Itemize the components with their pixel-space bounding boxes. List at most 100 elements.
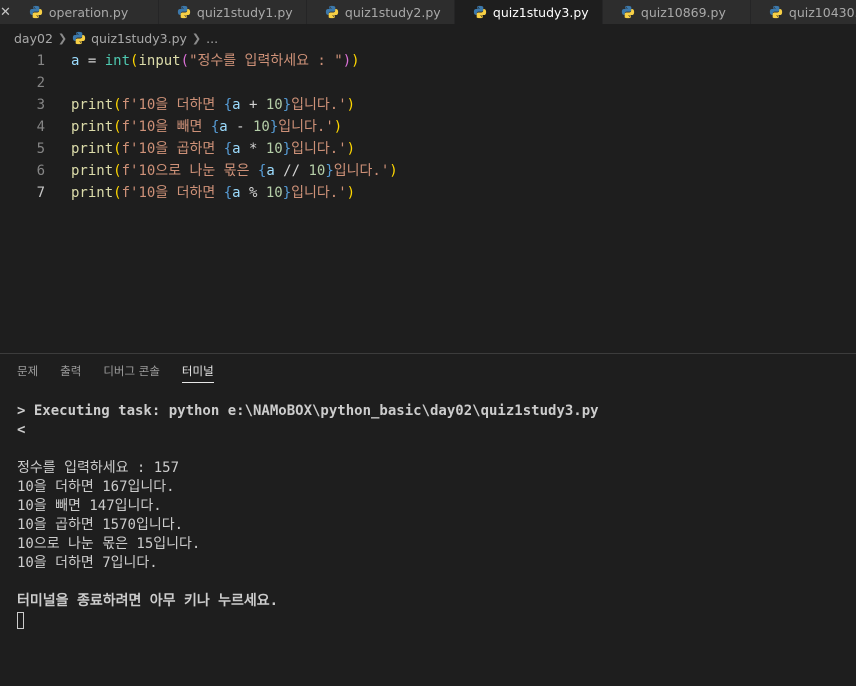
code-line[interactable]: 7 print(f'10을 더하면 {a % 10}입니다.') (0, 182, 856, 204)
code-token: a (266, 163, 275, 179)
code-token: ( (113, 119, 122, 135)
code-token: { (223, 141, 233, 157)
tab-label: operation.py (48, 4, 129, 20)
code-token: * (240, 141, 266, 157)
tab-quiz1study1-py[interactable]: quiz1study1.py (158, 0, 307, 24)
python-file-icon (325, 5, 339, 19)
terminal-output-line: 정수를 입력하세요 : 157 (17, 460, 180, 476)
code-token: f'10으로 나눈 몫은 (121, 163, 258, 179)
code-token: f'10을 빼면 (121, 119, 211, 135)
tab-quiz10430-py[interactable]: quiz10430.py (750, 0, 856, 24)
code-line[interactable]: 2 (0, 72, 856, 94)
code-token: a (232, 97, 241, 113)
code-token: } (282, 97, 292, 113)
tab-label: quiz1study1.py (196, 4, 293, 20)
line-number: 6 (36, 163, 45, 179)
line-number: 2 (36, 75, 45, 91)
code-token: ( (113, 185, 122, 201)
python-file-icon (29, 5, 43, 19)
breadcrumb-file[interactable]: quiz1study3.py (91, 31, 187, 46)
breadcrumb-folder[interactable]: day02 (14, 31, 53, 46)
code-token: print (71, 97, 114, 113)
line-number: 4 (36, 119, 45, 135)
code-token: print (71, 119, 114, 135)
code-token: = (79, 53, 105, 69)
terminal-output-line: 10을 더하면 7입니다. (17, 555, 158, 571)
terminal-output-line: 10을 곱하면 1570입니다. (17, 517, 184, 533)
line-number: 5 (36, 141, 45, 157)
python-file-icon (73, 31, 86, 45)
code-token: a (232, 141, 241, 157)
code-token: ) (346, 185, 356, 201)
terminal-cursor (17, 611, 24, 629)
tab-label: quiz10869.py (640, 4, 726, 20)
terminal-task-close: < (17, 422, 26, 438)
code-token: "정수를 입력하세요 : " (189, 53, 343, 69)
code-token: 입니다.' (291, 97, 347, 113)
code-token: f'10을 더하면 (121, 97, 224, 113)
breadcrumb-more[interactable]: ... (206, 31, 218, 46)
code-token: } (282, 185, 292, 201)
code-editor[interactable]: 1a = int(input("정수를 입력하세요 : ")) 2 3 print(f… (0, 50, 856, 350)
breadcrumb: day02 ❯ quiz1study3.py ❯ ... (0, 27, 218, 49)
code-token: 10 (252, 119, 270, 135)
code-token: ( (113, 141, 122, 157)
code-token: a (219, 119, 228, 135)
code-line[interactable]: 1a = int(input("정수를 입력하세요 : ")) (0, 50, 856, 72)
code-line[interactable]: 3 print(f'10을 더하면 {a + 10}입니다.') (0, 94, 856, 116)
code-token: { (223, 185, 233, 201)
tab-quiz1study2-py[interactable]: quiz1study2.py (306, 0, 455, 24)
line-number: 3 (36, 97, 45, 113)
code-line[interactable]: 5 print(f'10을 곱하면 {a * 10}입니다.') (0, 138, 856, 160)
code-text: print(f'10을 곱하면 {a * 10}입니다.') (71, 138, 355, 160)
code-line[interactable]: 4 print(f'10을 빼면 {a - 10}입니다.') (0, 116, 856, 138)
panel-tab[interactable]: 디버그 콘솔 (103, 359, 160, 383)
panel-tab[interactable]: 터미널 (181, 359, 214, 383)
code-token: ) (333, 119, 343, 135)
code-token: } (282, 141, 292, 157)
code-token: 10 (308, 163, 326, 179)
code-token: 10 (265, 97, 283, 113)
code-token: ) (346, 141, 356, 157)
tab-label: quiz10430.py (788, 4, 856, 20)
terminal-blank (17, 440, 847, 459)
tab-label: quiz1study2.py (344, 4, 441, 20)
terminal-output-line: 10으로 나눈 몫은 15입니다. (17, 536, 201, 552)
terminal-output-line: 10을 더하면 167입니다. (17, 479, 175, 495)
code-token: print (71, 185, 114, 201)
code-token: ( (113, 163, 122, 179)
line-number: 1 (36, 53, 45, 69)
code-token: ) (342, 53, 352, 69)
code-text: a = int(input("정수를 입력하세요 : ")) (71, 50, 360, 72)
code-token: 10 (265, 185, 283, 201)
code-token: 입니다.' (291, 141, 347, 157)
close-icon[interactable]: ✕ (0, 0, 11, 24)
code-text: print(f'10으로 나눈 몫은 {a // 10}입니다.') (71, 160, 398, 182)
panel-divider[interactable] (0, 353, 856, 354)
code-line[interactable]: 6 print(f'10으로 나눈 몫은 {a // 10}입니다.') (0, 160, 856, 182)
panel-tab[interactable]: 출력 (60, 359, 81, 383)
terminal[interactable]: > Executing task: python e:\NAMoBOX\pyth… (17, 402, 847, 630)
code-token: f'10을 더하면 (121, 185, 224, 201)
code-token: ) (346, 97, 356, 113)
code-token: 10 (265, 141, 283, 157)
code-token: ( (180, 53, 190, 69)
tab-quiz10869-py[interactable]: quiz10869.py (602, 0, 751, 24)
code-token: 입니다.' (333, 163, 390, 179)
tab-operation-py[interactable]: operation.py (10, 0, 159, 24)
code-text: print(f'10을 더하면 {a + 10}입니다.') (71, 94, 355, 116)
tab-quiz1study3-py[interactable]: quiz1study3.py (454, 0, 603, 24)
chevron-right-icon: ❯ (57, 31, 68, 45)
code-token: a (232, 185, 241, 201)
code-text: print(f'10을 빼면 {a - 10}입니다.') (71, 116, 342, 138)
panel-tab[interactable]: 문제 (17, 359, 38, 383)
code-token: int (104, 53, 131, 69)
python-file-icon (769, 5, 783, 19)
code-token: { (210, 119, 220, 135)
code-token: ) (389, 163, 398, 179)
code-token: 입니다.' (291, 185, 347, 201)
terminal-blank (17, 573, 847, 592)
terminal-output-line: 10을 빼면 147입니다. (17, 498, 162, 514)
terminal-task-line: > Executing task: python e:\NAMoBOX\pyth… (17, 403, 599, 419)
chevron-right-icon: ❯ (191, 31, 202, 45)
